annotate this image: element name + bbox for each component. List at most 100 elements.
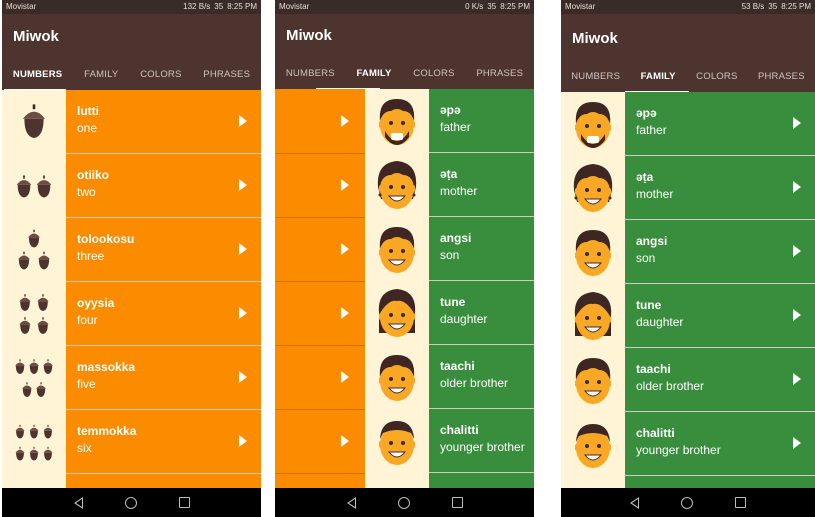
- play-icon[interactable]: [793, 373, 801, 385]
- english-word: younger brother: [440, 440, 525, 454]
- list-item[interactable]: chalitti younger brother: [561, 412, 815, 476]
- miwok-word: taachi: [636, 362, 671, 376]
- list-item[interactable]: tune daughter: [561, 284, 815, 348]
- back-icon[interactable]: [73, 496, 83, 509]
- english-word: father: [440, 120, 471, 134]
- english-word: two: [77, 185, 96, 199]
- acorn-icon: [2, 410, 66, 474]
- english-word: older brother: [636, 379, 705, 393]
- tab-family[interactable]: FAMILY: [641, 71, 676, 82]
- play-icon[interactable]: [341, 435, 349, 447]
- miwok-word: lutti: [77, 104, 99, 118]
- face-icon: [561, 348, 625, 412]
- list-item[interactable]: әṭa mother: [561, 156, 815, 220]
- network-speed: 0 K/s: [465, 2, 484, 11]
- carrier-label: Movistar: [6, 2, 37, 11]
- english-word: son: [636, 251, 656, 265]
- home-icon[interactable]: [681, 496, 693, 509]
- acorn-icon: [2, 154, 66, 218]
- face-icon: [365, 89, 429, 153]
- play-icon[interactable]: [239, 179, 247, 191]
- tab-bar: NUMBERS FAMILY COLORS PHRASES: [2, 69, 261, 80]
- acorn-icon: [2, 282, 66, 346]
- recent-apps-icon[interactable]: [178, 497, 190, 508]
- miwok-word: angsi: [636, 234, 668, 248]
- english-word: five: [77, 377, 96, 391]
- miwok-word: chalitti: [440, 423, 479, 437]
- home-icon[interactable]: [124, 496, 137, 509]
- list-item[interactable]: oyysia four: [2, 282, 261, 346]
- english-word: six: [77, 441, 92, 455]
- tab-colors[interactable]: COLORS: [140, 69, 181, 80]
- miwok-word: oyysia: [77, 296, 115, 310]
- list-item[interactable]: әṭa mother: [365, 153, 534, 217]
- play-icon[interactable]: [341, 243, 349, 255]
- play-icon[interactable]: [341, 371, 349, 383]
- miwok-word: chalitti: [636, 426, 675, 440]
- list-item[interactable]: әpә father: [561, 92, 815, 156]
- tab-colors[interactable]: COLORS: [413, 68, 454, 79]
- recent-apps-icon[interactable]: [735, 497, 746, 508]
- list-item[interactable]: angsi son: [561, 220, 815, 284]
- english-word: three: [77, 249, 105, 263]
- tab-phrases[interactable]: PHRASES: [203, 69, 250, 80]
- tab-bar: NUMBERS FAMILY COLORS PHRASES: [561, 71, 815, 82]
- list-item[interactable]: otiiko two: [2, 154, 261, 218]
- network-speed: 53 B/s: [741, 2, 765, 11]
- face-icon: [365, 281, 429, 345]
- back-icon[interactable]: [630, 496, 639, 509]
- face-icon: [365, 217, 429, 281]
- play-icon[interactable]: [239, 115, 247, 127]
- tab-numbers[interactable]: NUMBERS: [13, 69, 62, 80]
- miwok-word: tolookosu: [77, 232, 135, 246]
- tab-numbers[interactable]: NUMBERS: [571, 71, 620, 82]
- play-icon[interactable]: [793, 309, 801, 321]
- list-item[interactable]: chalitti younger brother: [365, 409, 534, 473]
- list-item[interactable]: angsi son: [365, 217, 534, 281]
- home-icon[interactable]: [397, 496, 410, 509]
- list-item[interactable]: massokka five: [2, 346, 261, 410]
- play-icon[interactable]: [341, 115, 349, 127]
- list-item[interactable]: taachi older brother: [561, 348, 815, 412]
- app-title: Miwok: [572, 30, 618, 47]
- app-bar: Miwok NUMBERS FAMILY COLORS PHRASES: [561, 14, 815, 93]
- list-item[interactable]: temmokka six: [2, 410, 261, 474]
- list-item[interactable]: tune daughter: [365, 281, 534, 345]
- tab-phrases[interactable]: PHRASES: [476, 68, 523, 79]
- face-icon: [365, 409, 429, 473]
- tab-numbers[interactable]: NUMBERS: [286, 68, 335, 79]
- family-list: әpә father әṭa mother angsi son tune dau…: [561, 92, 815, 517]
- nav-bar: [275, 488, 534, 517]
- face-icon: [561, 412, 625, 476]
- list-item[interactable]: tolookosu three: [2, 218, 261, 282]
- english-word: daughter: [440, 312, 488, 326]
- miwok-word: otiiko: [77, 168, 109, 182]
- play-icon[interactable]: [341, 179, 349, 191]
- face-icon: [365, 345, 429, 409]
- list-item[interactable]: taachi older brother: [365, 345, 534, 409]
- back-icon[interactable]: [346, 496, 356, 509]
- play-icon[interactable]: [239, 371, 247, 383]
- list-item[interactable]: әpә father: [365, 89, 534, 153]
- tab-family[interactable]: FAMILY: [356, 68, 391, 79]
- play-icon[interactable]: [239, 307, 247, 319]
- tab-phrases[interactable]: PHRASES: [758, 71, 805, 82]
- acorn-icon: [2, 346, 66, 410]
- play-icon[interactable]: [239, 435, 247, 447]
- list-item[interactable]: lutti one: [2, 90, 261, 154]
- english-word: older brother: [440, 376, 509, 390]
- play-icon[interactable]: [793, 245, 801, 257]
- tab-bar: NUMBERS FAMILY COLORS PHRASES: [275, 68, 534, 79]
- play-icon[interactable]: [793, 437, 801, 449]
- play-icon[interactable]: [793, 117, 801, 129]
- english-word: four: [77, 313, 98, 327]
- play-icon[interactable]: [341, 307, 349, 319]
- play-icon[interactable]: [239, 243, 247, 255]
- tab-family[interactable]: FAMILY: [84, 69, 118, 80]
- play-icon[interactable]: [793, 181, 801, 193]
- tab-colors[interactable]: COLORS: [696, 71, 737, 82]
- miwok-word: taachi: [440, 359, 475, 373]
- recent-apps-icon[interactable]: [451, 497, 463, 508]
- status-bar: Movistar 53 B/s 35 8:25 PM: [561, 0, 815, 14]
- app-bar: Miwok NUMBERS FAMILY COLORS PHRASES: [275, 14, 534, 90]
